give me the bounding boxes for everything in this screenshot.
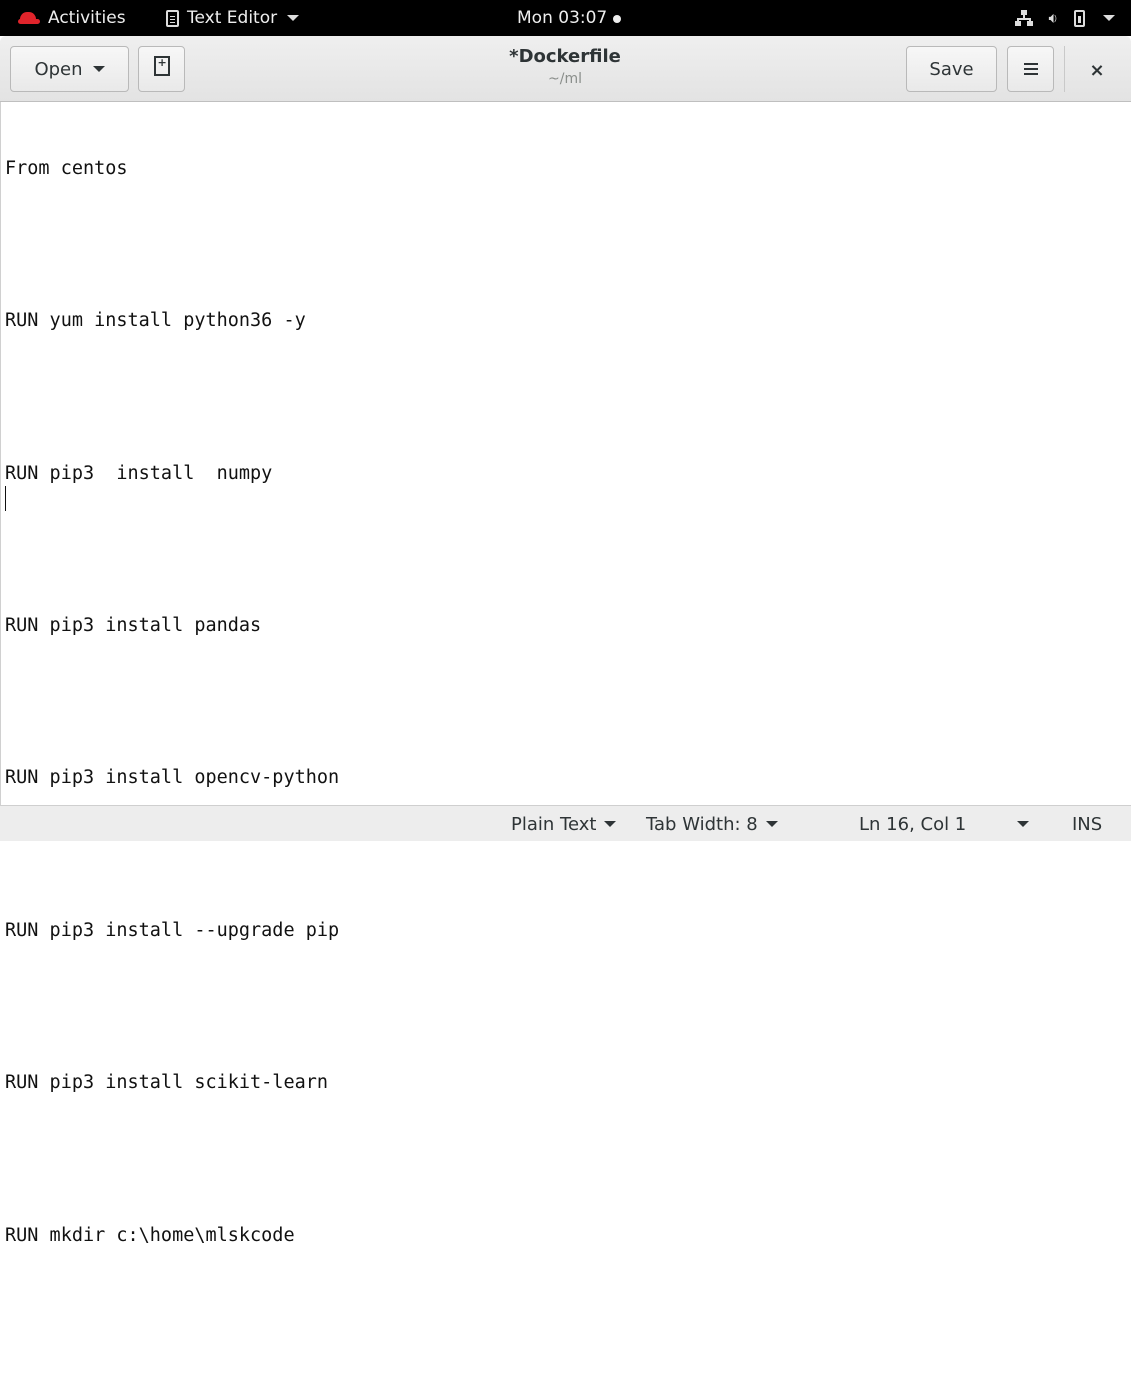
editor-line: RUN yum install python36 -y [5,310,306,332]
editor-line: From centos [5,157,128,179]
open-button-label: Open [34,58,83,80]
editor-lines: From centos RUN yum install python36 -y … [5,105,339,1375]
chevron-down-icon [604,821,617,827]
hamburger-icon [1023,68,1038,70]
tab-width-label: Tab Width: 8 [646,813,758,835]
insert-mode-indicator[interactable]: INS [1072,806,1102,842]
language-selector[interactable]: Plain Text [511,806,617,842]
header-separator [1064,46,1065,92]
network-icon [1014,10,1033,26]
menu-button[interactable] [1007,46,1054,92]
header-bar: Open + *Dockerfile ~/ml Save × [0,36,1131,102]
app-menu[interactable]: Text Editor [166,0,300,36]
volume-icon: 🔉︎ [1048,9,1058,27]
system-status-menu[interactable]: 🔉︎ [1014,0,1115,36]
cursor-position[interactable]: Ln 16, Col 1 [859,806,966,842]
redhat-logo-icon [18,11,40,25]
new-document-icon: + [153,56,170,76]
open-button[interactable]: Open [10,46,129,92]
activities-label: Activities [48,8,126,28]
activities-button[interactable]: Activities [18,0,126,36]
chevron-down-icon [92,66,105,72]
clock[interactable]: Mon 03:07 [517,0,622,36]
insert-mode-label: INS [1072,813,1103,835]
chevron-down-icon [1017,821,1029,827]
editor-line: RUN pip3 install scikit-learn [5,1072,329,1094]
close-button[interactable]: × [1082,58,1112,82]
editor-line: RUN pip3 install --upgrade pip [5,919,340,941]
notification-dot-icon [613,15,622,23]
battery-icon [1074,9,1085,27]
text-cursor [5,486,6,511]
chevron-down-icon [765,821,778,827]
tab-width-selector[interactable]: Tab Width: 8 [646,806,778,842]
close-icon: × [1089,59,1105,81]
new-document-button[interactable]: + [138,46,185,92]
editor-line: RUN pip3 install pandas [5,615,262,637]
editor-line: RUN pip3 install opencv-python [5,767,340,789]
clock-label: Mon 03:07 [517,8,608,28]
document-path: ~/ml [548,71,582,87]
text-editor-area[interactable]: From centos RUN yum install python36 -y … [0,102,1131,1246]
cursor-position-label: Ln 16, Col 1 [859,813,967,835]
save-button-label: Save [929,58,974,80]
editor-line: RUN mkdir c:\home\mlskcode [5,1224,295,1246]
document-title: *Dockerfile [509,46,621,67]
editor-line: RUN pip3 install numpy [5,462,273,484]
window-title: *Dockerfile ~/ml [415,44,715,88]
language-label: Plain Text [511,813,597,835]
system-top-bar: Activities Text Editor Mon 03:07 🔉︎ [0,0,1131,36]
position-menu-button[interactable] [1017,806,1029,842]
save-button[interactable]: Save [906,46,997,92]
status-bar: Plain Text Tab Width: 8 Ln 16, Col 1 INS [0,805,1131,841]
chevron-down-icon [1103,15,1115,21]
text-editor-icon [166,9,179,27]
chevron-down-icon [287,15,300,21]
app-menu-label: Text Editor [187,8,278,28]
